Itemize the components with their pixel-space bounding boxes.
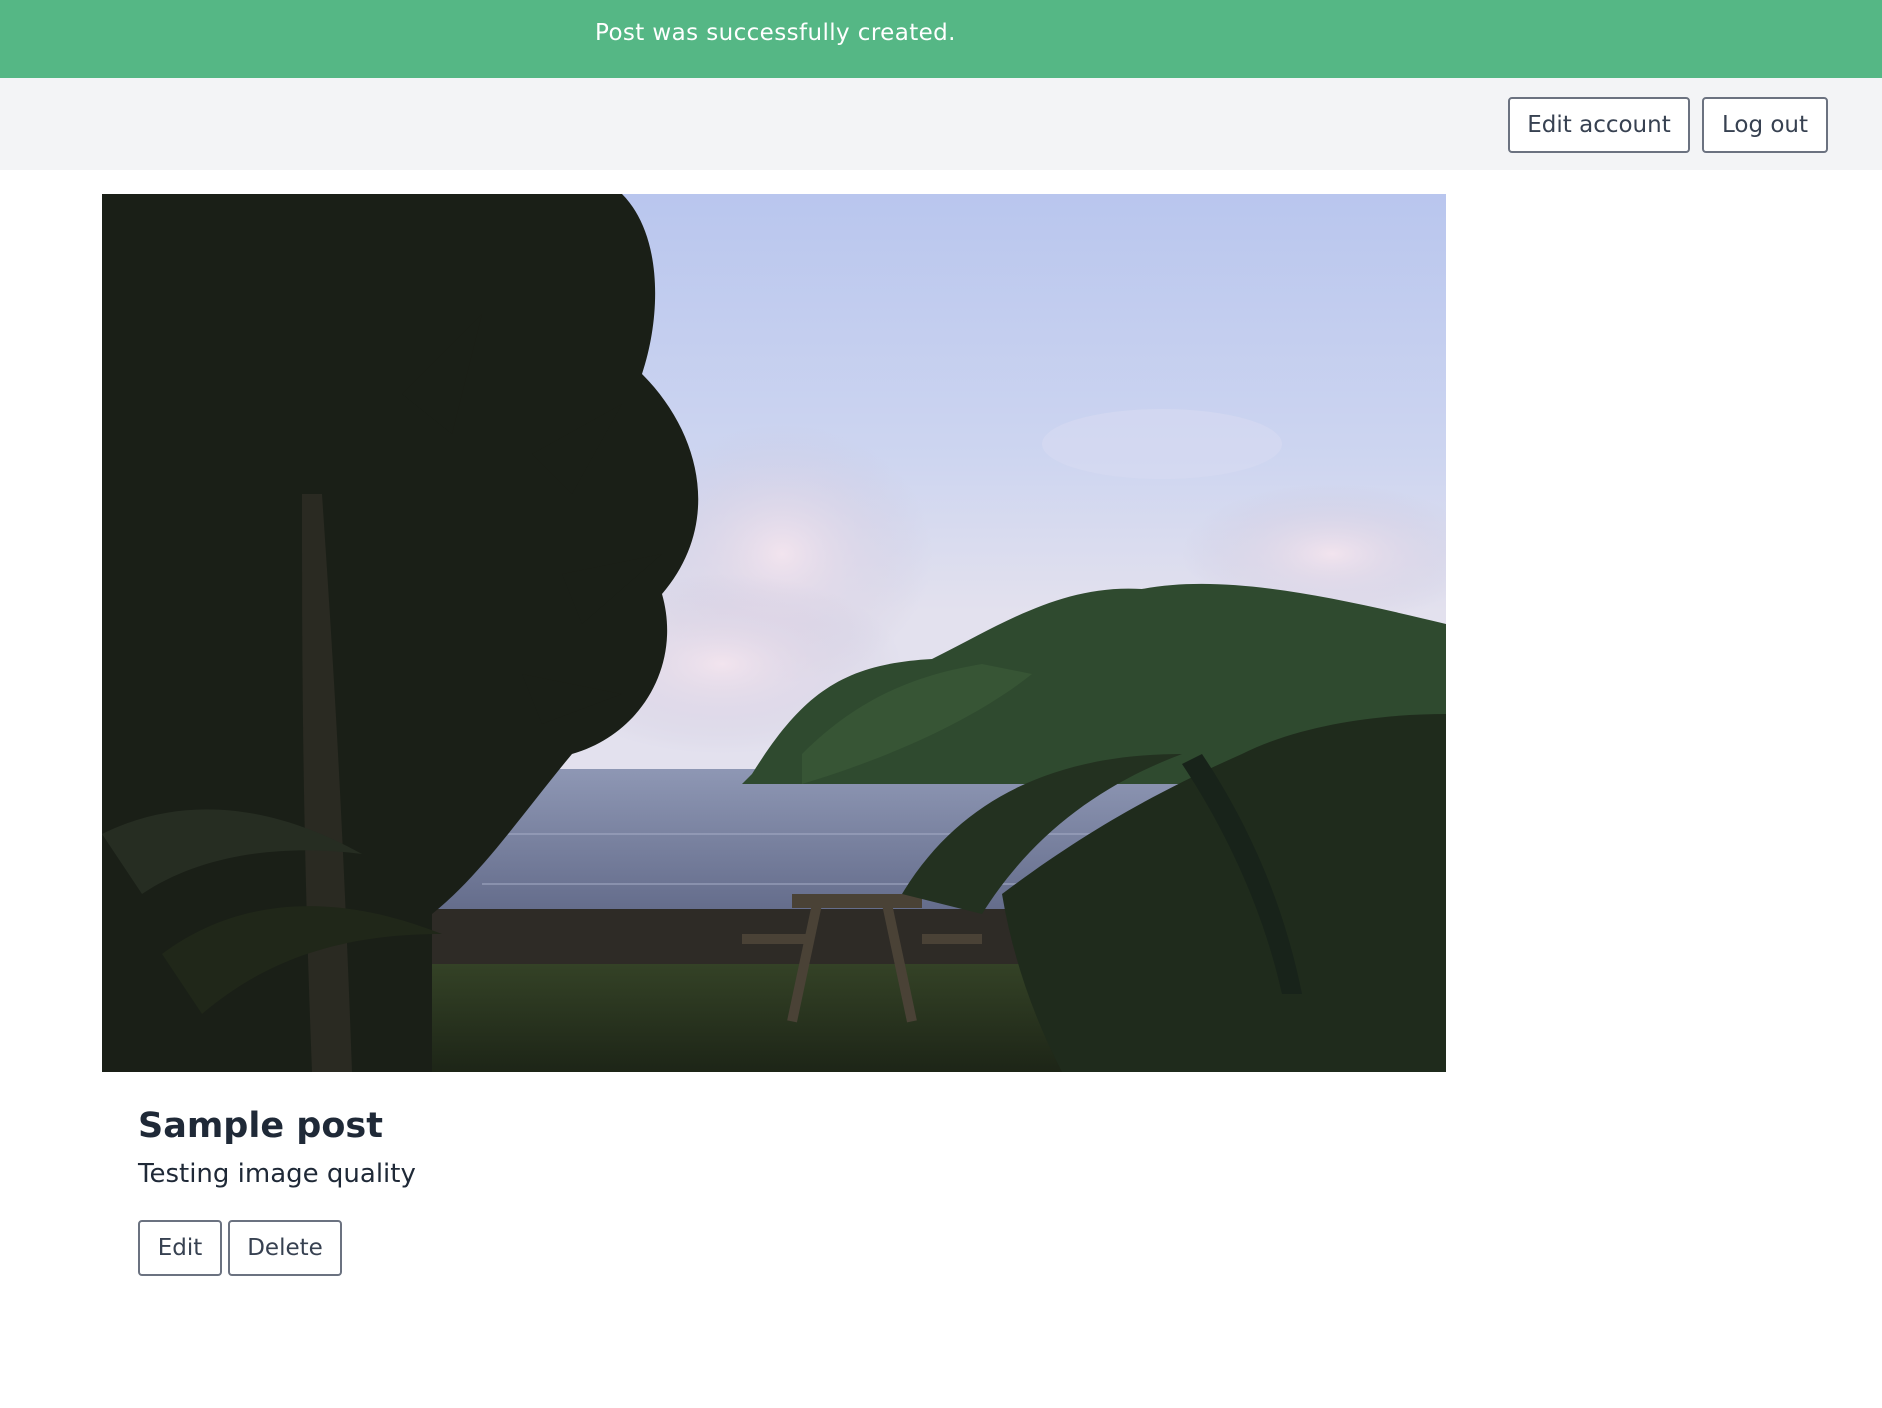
post-image bbox=[102, 194, 1446, 1072]
flash-message: Post was successfully created. bbox=[595, 20, 956, 46]
edit-post-button[interactable]: Edit bbox=[138, 1220, 222, 1276]
flash-notice: Post was successfully created. bbox=[0, 0, 1882, 78]
logout-button[interactable]: Log out bbox=[1702, 97, 1828, 153]
post-body: Testing image quality bbox=[138, 1159, 416, 1189]
post-title: Sample post bbox=[138, 1106, 383, 1146]
delete-post-button[interactable]: Delete bbox=[228, 1220, 342, 1276]
edit-account-button[interactable]: Edit account bbox=[1508, 97, 1690, 153]
